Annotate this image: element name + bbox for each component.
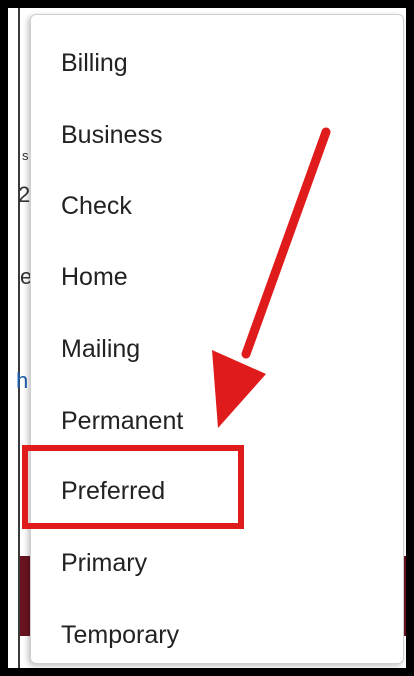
dropdown-option-billing[interactable]: Billing [61,43,361,83]
dropdown-option-home[interactable]: Home [61,257,361,297]
screenshot-frame: s 2 e h Billing Business Check Home Mail… [0,0,414,676]
dropdown-option-check[interactable]: Check [61,186,361,226]
dropdown-option-preferred[interactable]: Preferred [61,471,361,511]
dropdown-option-permanent[interactable]: Permanent [61,401,361,441]
dropdown-option-primary[interactable]: Primary [61,543,361,583]
dropdown-option-mailing[interactable]: Mailing [61,329,361,369]
dropdown-option-business[interactable]: Business [61,115,361,155]
address-type-dropdown-menu: Billing Business Check Home Mailing Perm… [30,14,404,664]
dropdown-option-temporary[interactable]: Temporary [61,615,361,655]
background-text-fragment: s [22,148,29,163]
background-link-fragment: h [16,368,29,393]
background-text-fragment: 2 [18,182,31,207]
